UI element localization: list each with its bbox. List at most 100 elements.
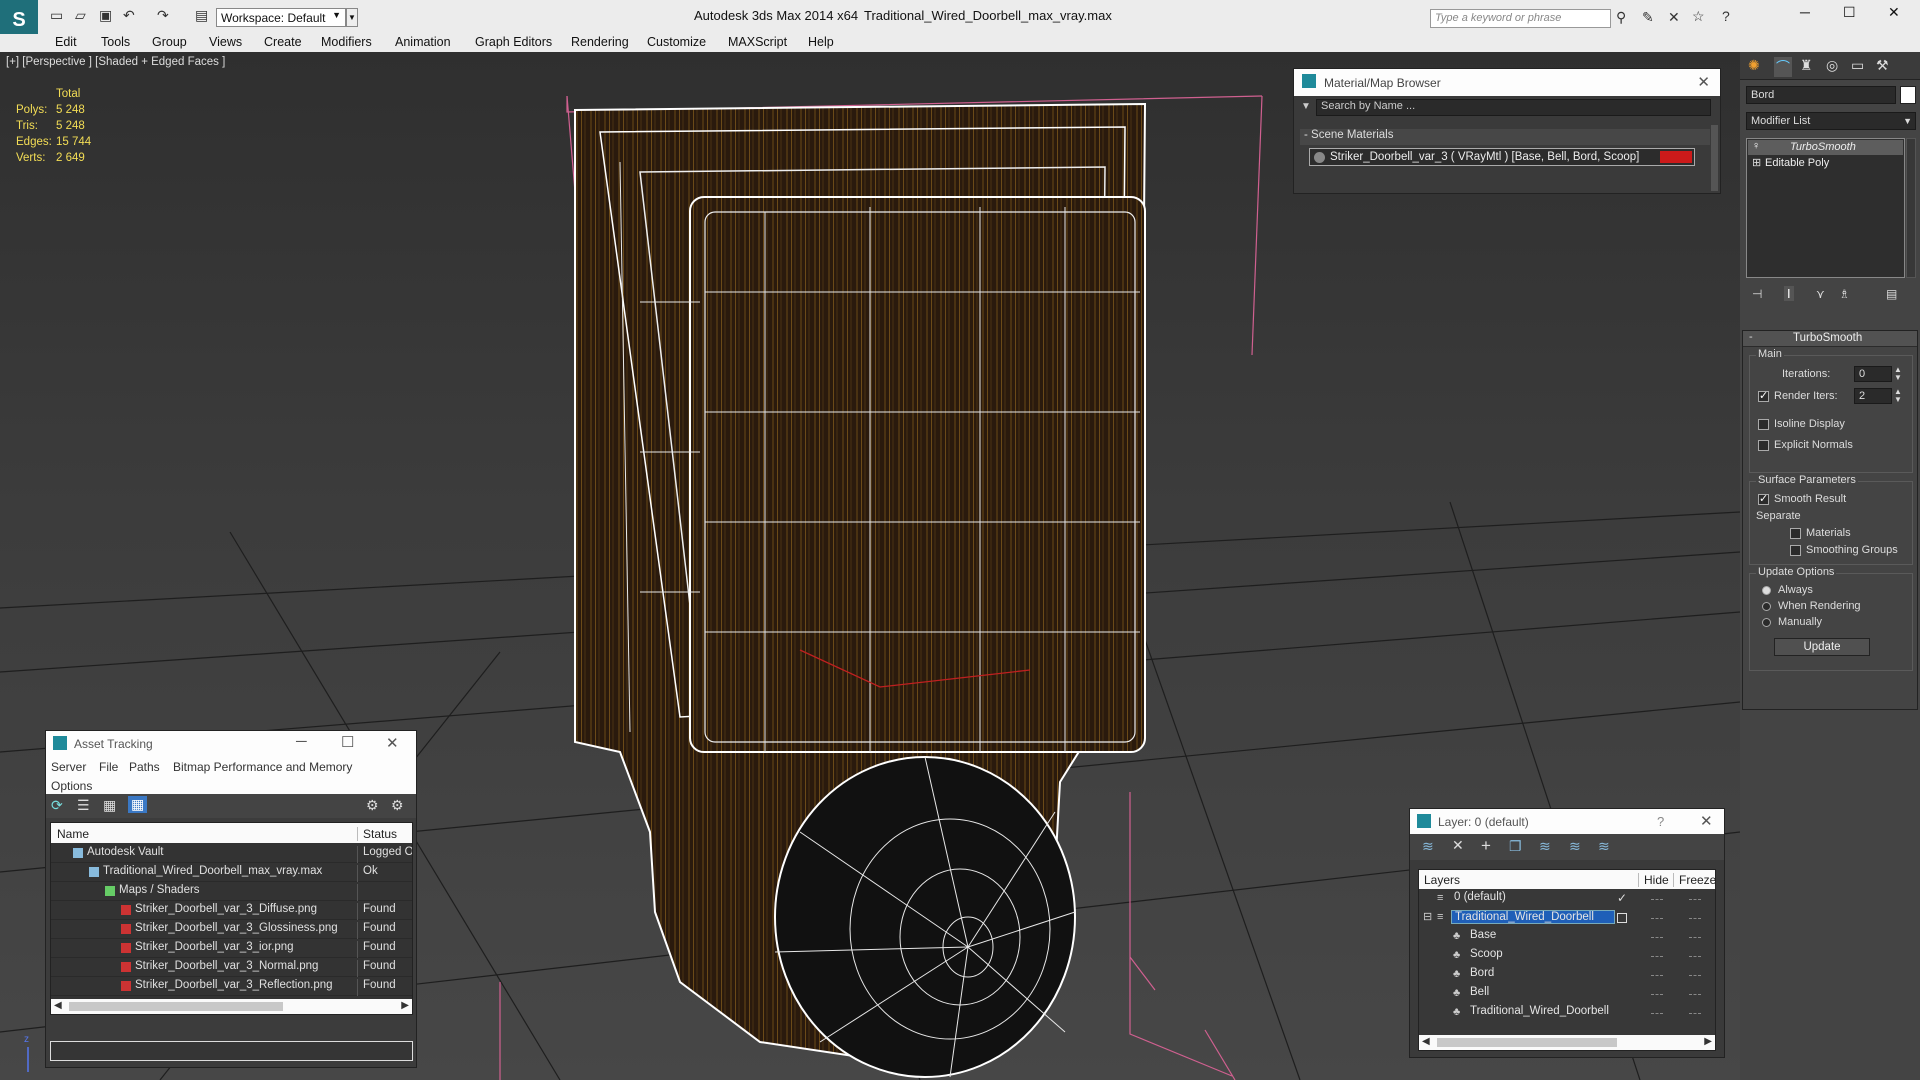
materials-checkbox[interactable] [1790, 528, 1801, 539]
freeze-toggle[interactable] [1689, 956, 1701, 957]
asset-row[interactable]: Traditional_Wired_Doorbell_max_vray.max O… [51, 863, 412, 882]
menu-help[interactable]: Help [808, 35, 834, 49]
exchange-icon[interactable]: ✕ [1668, 9, 1680, 26]
show-end-result-icon[interactable]: I [1784, 286, 1794, 301]
asset-menu-options[interactable]: Options [51, 779, 92, 793]
asset-row[interactable]: Striker_Doorbell_var_3_Reflection.png Fou… [51, 977, 412, 996]
display-tab-icon[interactable]: ▭ [1851, 57, 1864, 74]
freeze-toggle[interactable] [1689, 994, 1701, 995]
scroll-right-icon[interactable]: ▶ [401, 1000, 409, 1011]
hide-toggle[interactable] [1651, 1013, 1663, 1014]
modifier-list-dropdown[interactable]: Modifier List ▼ [1746, 112, 1916, 130]
menu-modifiers[interactable]: Modifiers [321, 35, 372, 49]
asset-tracking-titlebar[interactable]: Asset Tracking ─ ☐ ✕ [46, 731, 416, 756]
freeze-toggle[interactable] [1689, 937, 1701, 938]
when-rendering-radio[interactable] [1762, 602, 1771, 611]
freeze-toggle[interactable] [1689, 918, 1701, 919]
hide-toggle[interactable] [1651, 975, 1663, 976]
object-name-field[interactable]: Bord [1746, 86, 1896, 104]
stack-item-editable-poly[interactable]: ⊞ Editable Poly [1748, 156, 1903, 171]
communication-icon[interactable]: ✎ [1642, 9, 1654, 26]
make-unique-icon[interactable]: ⋎ [1816, 287, 1825, 301]
layer-hscrollbar[interactable]: ◀ ▶ [1419, 1035, 1715, 1050]
hide-toggle[interactable] [1651, 918, 1663, 919]
hide-toggle[interactable] [1651, 956, 1663, 957]
menu-group[interactable]: Group [152, 35, 187, 49]
asset-col-status[interactable]: Status [357, 827, 397, 841]
smoothing-groups-checkbox[interactable] [1790, 545, 1801, 556]
scroll-thumb[interactable] [1437, 1038, 1617, 1047]
menu-customize[interactable]: Customize [647, 35, 706, 49]
explicit-normals-checkbox[interactable] [1758, 440, 1769, 451]
stack-item-turbosmooth[interactable]: ♀ TurboSmooth [1748, 140, 1903, 155]
menu-triangle-icon[interactable]: ▼ [1301, 101, 1311, 112]
asset-hscrollbar[interactable]: ◀ ▶ [51, 999, 412, 1014]
menu-tools[interactable]: Tools [101, 35, 130, 49]
always-radio[interactable] [1762, 586, 1771, 595]
undo-icon[interactable]: ↶ [123, 7, 135, 24]
configure-sets-icon[interactable]: ▤ [1886, 287, 1897, 301]
menu-edit[interactable]: Edit [55, 35, 77, 49]
close-icon[interactable]: ✕ [1697, 73, 1710, 91]
scroll-right-icon[interactable]: ▶ [1704, 1036, 1712, 1047]
object-color-swatch[interactable] [1900, 86, 1916, 104]
help-icon[interactable]: ? [1657, 814, 1664, 829]
material-browser-scrollbar[interactable] [1711, 125, 1718, 191]
scene-materials-header[interactable]: - Scene Materials [1300, 129, 1710, 145]
menu-rendering[interactable]: Rendering [571, 35, 629, 49]
hide-toggle[interactable] [1651, 937, 1663, 938]
layer-row[interactable]: ≡ 0 (default) ✓ [1419, 890, 1715, 909]
menu-views[interactable]: Views [209, 35, 242, 49]
utilities-tab-icon[interactable]: ⚒ [1876, 57, 1889, 74]
open-file-icon[interactable]: ▱ [75, 7, 86, 24]
stack-scrollbar[interactable] [1906, 138, 1916, 278]
binoculars-icon[interactable]: ⚲ [1616, 9, 1626, 26]
layer-row[interactable]: ♣ Scoop [1419, 947, 1715, 966]
close-icon[interactable]: ✕ [386, 734, 399, 752]
add-icon[interactable]: + [1481, 836, 1491, 856]
manually-radio[interactable] [1762, 618, 1771, 627]
scroll-left-icon[interactable]: ◀ [54, 1000, 62, 1011]
viewport-label[interactable]: [+] [Perspective ] [Shaded + Edged Faces… [6, 56, 225, 68]
asset-row[interactable]: Striker_Doorbell_var_3_ior.png Found [51, 939, 412, 958]
modify-tab-icon[interactable]: ⌒ [1774, 57, 1792, 77]
list-view-icon[interactable]: ☰ [77, 797, 90, 814]
minimize-icon[interactable]: ─ [1800, 4, 1810, 20]
minimize-icon[interactable]: ─ [296, 733, 307, 750]
expand-plus-icon[interactable]: ⊞ [1752, 156, 1761, 169]
menu-animation[interactable]: Animation [395, 35, 451, 49]
expand-icon[interactable]: ⊟ [1423, 910, 1432, 923]
layer-row[interactable]: ≡ Traditional_Wired_Doorbell ⊟ [1419, 909, 1715, 928]
asset-menu-paths[interactable]: Paths [129, 760, 160, 774]
highlight-icon[interactable]: ≋ [1539, 838, 1551, 855]
asset-row[interactable]: Autodesk Vault Logged Ou [51, 844, 412, 863]
asset-menu-server[interactable]: Server [51, 760, 86, 774]
save-file-icon[interactable]: ▣ [99, 7, 112, 24]
asset-row[interactable]: Maps / Shaders [51, 882, 412, 901]
layer-row[interactable]: ♣ Bord [1419, 966, 1715, 985]
asset-row[interactable]: Striker_Doorbell_var_3_Glossiness.png Fou… [51, 920, 412, 939]
active-layer-checkmark-icon[interactable]: ✓ [1617, 891, 1627, 905]
render-iters-spinner[interactable]: 2 [1854, 388, 1892, 404]
hide-all-icon[interactable]: ≋ [1569, 838, 1581, 855]
help-icon[interactable]: ? [1722, 8, 1730, 24]
layer-titlebar[interactable]: Layer: 0 (default) ? ✕ [1410, 809, 1724, 834]
rollout-header[interactable]: - TurboSmooth [1743, 331, 1917, 347]
material-browser-titlebar[interactable]: Material/Map Browser ✕ [1294, 69, 1720, 96]
table-view-icon[interactable]: ▦ [103, 797, 116, 814]
scroll-thumb[interactable] [69, 1002, 283, 1011]
layer-row[interactable]: ♣ Traditional_Wired_Doorbell [1419, 1004, 1715, 1023]
asset-row[interactable]: Striker_Doorbell_var_3_Normal.png Found [51, 958, 412, 977]
iterations-spinner[interactable]: 0 [1854, 366, 1892, 382]
hide-toggle[interactable] [1651, 899, 1663, 900]
favorites-star-icon[interactable]: ☆ [1692, 8, 1705, 25]
pin-stack-icon[interactable]: ⊣ [1752, 287, 1762, 301]
redo-icon[interactable]: ↷ [157, 7, 169, 24]
workspace-arrow-button[interactable]: ▼ [346, 8, 358, 27]
freeze-all-icon[interactable]: ≋ [1598, 838, 1610, 855]
material-search-input[interactable]: Search by Name ... [1316, 99, 1711, 116]
hierarchy-tab-icon[interactable]: ♜ [1800, 57, 1813, 74]
asset-col-name[interactable]: Name [57, 827, 89, 841]
isoline-display-checkbox[interactable] [1758, 419, 1769, 430]
layer-row[interactable]: ♣ Bell [1419, 985, 1715, 1004]
